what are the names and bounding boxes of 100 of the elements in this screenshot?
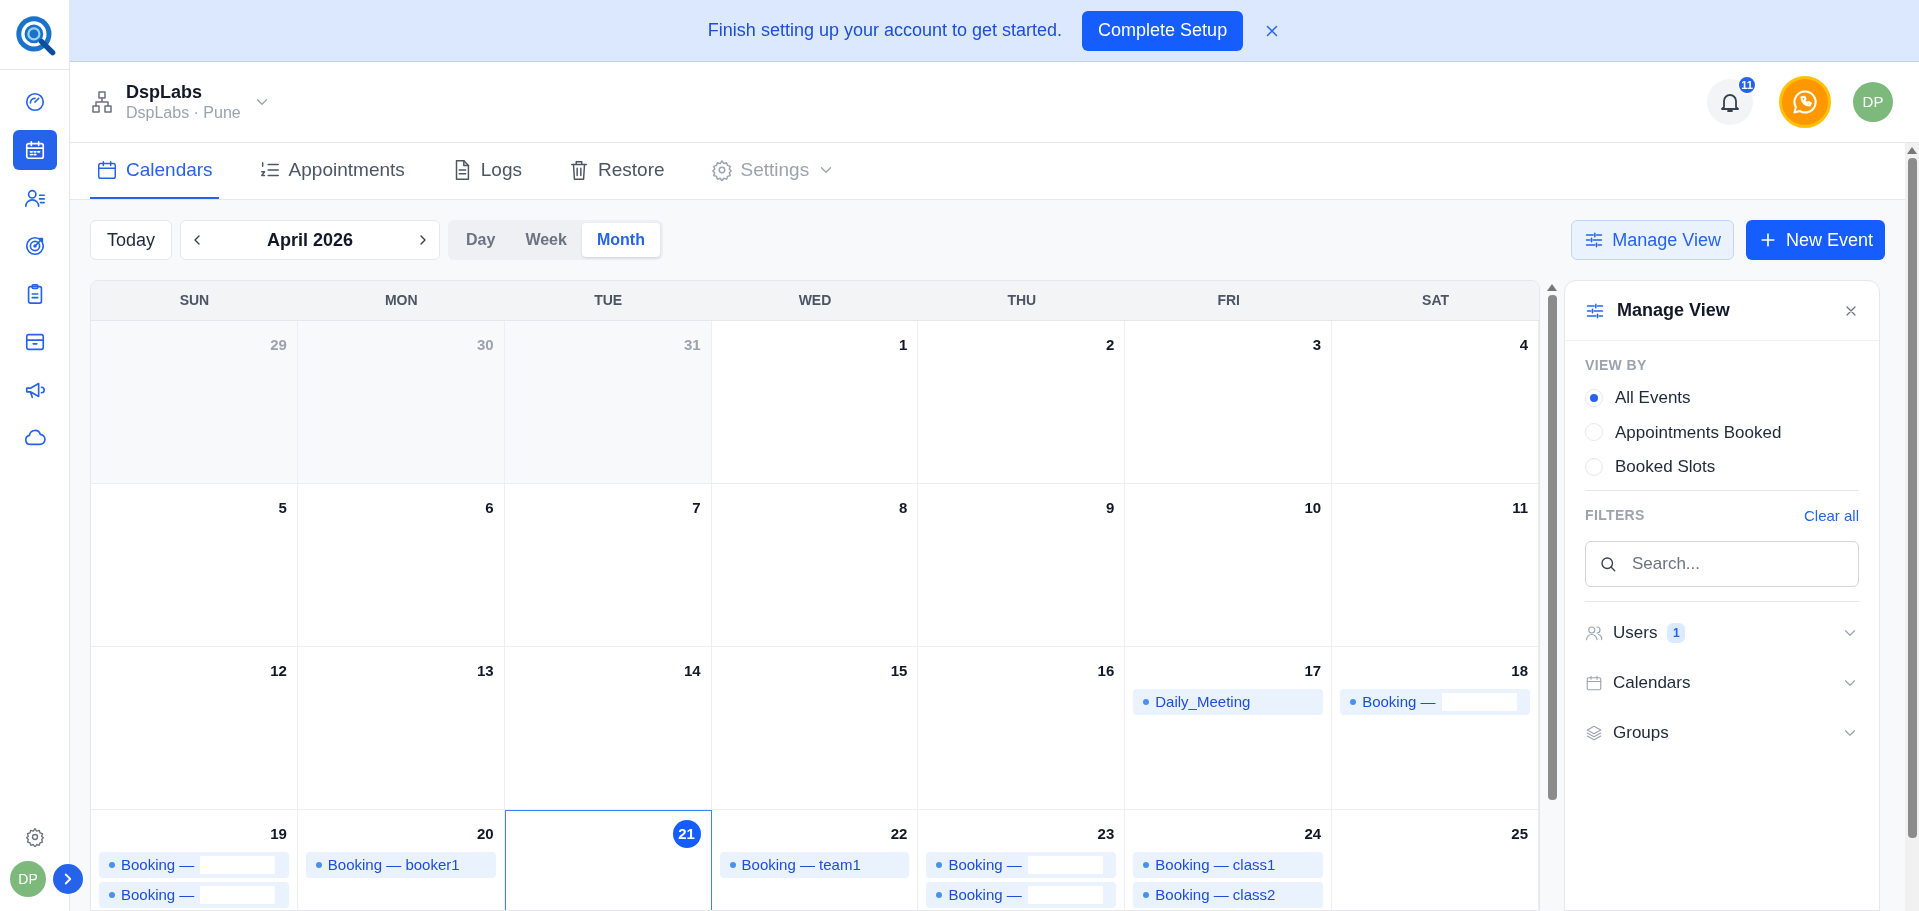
sidebar-item[interactable]: [12, 130, 57, 170]
day-cell[interactable]: 6: [297, 484, 505, 647]
filter-section[interactable]: Groups: [1585, 708, 1859, 758]
event-chip[interactable]: Booking — class1: [1133, 852, 1324, 878]
day-number: 21: [672, 820, 701, 848]
event-chip[interactable]: Booking — class2: [1133, 882, 1324, 908]
day-number: 25: [1511, 823, 1528, 844]
weekday-label: THU: [1007, 291, 1037, 310]
filter-label: Calendars: [1613, 672, 1691, 695]
radio-option[interactable]: Booked Slots: [1585, 454, 1859, 480]
day-number: 22: [890, 823, 908, 844]
complete-setup-button[interactable]: Complete Setup: [1082, 10, 1244, 51]
gauge-icon: [23, 91, 46, 113]
event-title: Booking — class2: [1155, 884, 1276, 905]
event-chip[interactable]: Booking —: [926, 882, 1117, 908]
event-chip[interactable]: Booking —: [99, 852, 289, 878]
day-cell[interactable]: 16: [918, 647, 1126, 810]
manage-view-button[interactable]: Manage View: [1571, 220, 1734, 260]
day-cell[interactable]: 2: [918, 321, 1126, 484]
day-cell[interactable]: 15: [711, 647, 919, 810]
weekday-label: SAT: [1422, 291, 1450, 310]
event-title: Booking — team1: [741, 854, 861, 875]
settings-button[interactable]: [24, 827, 45, 847]
day-number: 9: [1105, 497, 1115, 518]
event-chip[interactable]: Booking — team1: [719, 852, 910, 878]
day-cell[interactable]: 10: [1125, 484, 1333, 647]
weekday-label: MON: [384, 291, 418, 310]
calendar-icon: [1585, 674, 1603, 692]
weekday-label: SUN: [179, 291, 210, 310]
day-cell[interactable]: 13: [297, 647, 505, 810]
day-number: 20: [477, 823, 494, 844]
filter-section[interactable]: Users 1: [1585, 608, 1859, 658]
day-number: 7: [692, 497, 701, 518]
day-number: 29: [270, 334, 287, 355]
filter-label: Users: [1613, 622, 1658, 645]
day-number: 18: [1511, 660, 1528, 681]
day-cell[interactable]: 8: [711, 484, 919, 647]
calendar-icon: [23, 139, 46, 161]
event-title: Daily_Meeting: [1155, 691, 1251, 712]
day-cell[interactable]: 18 Booking —: [1332, 647, 1539, 810]
day-number: 2: [1105, 334, 1115, 355]
today-button[interactable]: Today: [90, 220, 173, 260]
tab[interactable]: Appointments: [252, 143, 411, 199]
day-cell[interactable]: 21: [504, 810, 712, 910]
new-event-button[interactable]: New Event: [1745, 220, 1885, 260]
scroll-up-icon[interactable]: [1547, 284, 1557, 291]
day-cell[interactable]: 7: [504, 484, 712, 647]
event-chip[interactable]: Booking —: [1340, 689, 1530, 715]
radio-option[interactable]: All Events: [1585, 385, 1859, 411]
count-badge: 1: [1667, 623, 1686, 643]
day-cell[interactable]: 3: [1125, 321, 1333, 484]
search-icon: [1599, 555, 1617, 573]
weekday-label: TUE: [594, 291, 623, 310]
scroll-up-icon[interactable]: [1907, 147, 1917, 154]
day-cell[interactable]: 4: [1332, 321, 1539, 484]
event-title: Booking — class1: [1155, 854, 1276, 875]
day-number: 15: [890, 660, 908, 681]
day-number: 14: [683, 660, 701, 681]
filter-section[interactable]: Calendars: [1585, 658, 1859, 708]
event-chip[interactable]: Daily_Meeting: [1133, 689, 1324, 715]
radio-option[interactable]: Appointments Booked: [1585, 419, 1859, 445]
day-number: 19: [270, 823, 287, 844]
notification-count: 11: [1737, 75, 1757, 95]
archive-icon: [23, 331, 46, 353]
event-chip[interactable]: Booking —: [99, 882, 289, 908]
event-chip[interactable]: Booking — booker1: [305, 852, 496, 878]
event-chip[interactable]: Booking —: [926, 852, 1117, 878]
organization-location: DspLabs · Pune: [126, 103, 241, 124]
tab[interactable]: Restore: [562, 143, 671, 199]
users-icon: [1585, 624, 1603, 642]
expand-sidebar-button[interactable]: [53, 864, 83, 894]
day-number: 30: [477, 334, 494, 355]
day-cell[interactable]: 9: [918, 484, 1126, 647]
settings-icon: [24, 827, 45, 847]
tab[interactable]: Logs: [444, 143, 528, 199]
day-number: 5: [278, 497, 287, 518]
clear-all-link[interactable]: Clear all: [1803, 504, 1859, 527]
day-number: 1: [899, 334, 908, 355]
organization-switcher[interactable]: DspLabs DspLabs · Pune: [90, 80, 271, 124]
day-cell[interactable]: 12: [91, 647, 298, 810]
weekday-label: WED: [798, 291, 832, 310]
chat-bubble-icon: [1791, 88, 1819, 116]
day-cell[interactable]: 5: [91, 484, 298, 647]
day-cell[interactable]: 1: [711, 321, 919, 484]
search-field[interactable]: Search...: [1585, 541, 1859, 587]
page-scrollbar[interactable]: [1905, 143, 1919, 911]
day-cell[interactable]: 17 Daily_Meeting: [1125, 647, 1333, 810]
notifications-button[interactable]: 11: [1707, 79, 1753, 125]
calendar-icon: [96, 159, 118, 181]
view-option[interactable]: Month: [581, 223, 660, 257]
day-number: 31: [683, 334, 701, 355]
target-icon: [23, 235, 46, 257]
day-number: 6: [485, 497, 494, 518]
view-option[interactable]: Week: [510, 223, 582, 257]
weekday-label: FRI: [1217, 291, 1240, 310]
day-cell[interactable]: 14: [504, 647, 712, 810]
contacts-icon: [23, 187, 46, 209]
day-cell[interactable]: 11: [1332, 484, 1539, 647]
day-number: 16: [1097, 660, 1115, 681]
view-option[interactable]: Day: [451, 223, 511, 257]
